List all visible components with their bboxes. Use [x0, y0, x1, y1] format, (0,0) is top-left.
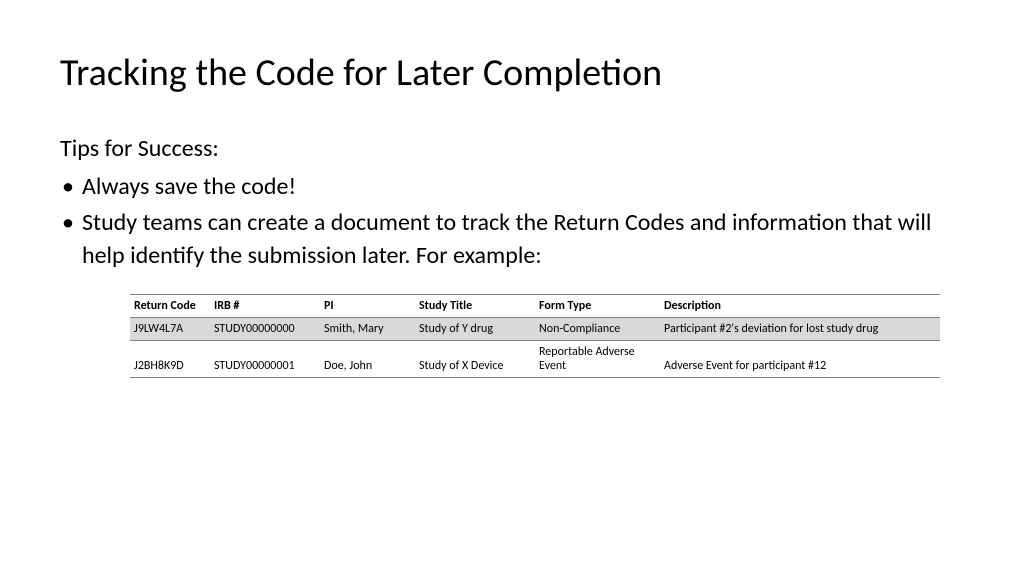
- example-table-wrap: Return Code IRB # PI Study Title Form Ty…: [60, 294, 964, 378]
- cell-description: Participant #2's deviation for lost stud…: [660, 318, 940, 341]
- table-row: J9LW4L7A STUDY00000000 Smith, Mary Study…: [130, 318, 940, 341]
- header-description: Description: [660, 295, 940, 318]
- cell-irb: STUDY00000000: [210, 318, 320, 341]
- cell-pi: Doe, John: [320, 341, 415, 378]
- header-irb: IRB #: [210, 295, 320, 318]
- cell-study-title: Study of X Device: [415, 341, 535, 378]
- header-return-code: Return Code: [130, 295, 210, 318]
- tip-item: Always save the code!: [60, 171, 964, 203]
- slide-title: Tracking the Code for Later Completion: [60, 50, 964, 96]
- tip-item: Study teams can create a document to tra…: [60, 207, 964, 272]
- cell-return-code: J2BH8K9D: [130, 341, 210, 378]
- tips-subtitle: Tips for Success:: [60, 134, 964, 163]
- cell-pi: Smith, Mary: [320, 318, 415, 341]
- tips-list: Always save the code! Study teams can cr…: [60, 171, 964, 272]
- table-header-row: Return Code IRB # PI Study Title Form Ty…: [130, 295, 940, 318]
- cell-description: Adverse Event for participant #12: [660, 341, 940, 378]
- return-code-table: Return Code IRB # PI Study Title Form Ty…: [130, 294, 940, 378]
- cell-irb: STUDY00000001: [210, 341, 320, 378]
- header-pi: PI: [320, 295, 415, 318]
- cell-form-type: Reportable Adverse Event: [535, 341, 660, 378]
- table-row: J2BH8K9D STUDY00000001 Doe, John Study o…: [130, 341, 940, 378]
- header-form-type: Form Type: [535, 295, 660, 318]
- cell-study-title: Study of Y drug: [415, 318, 535, 341]
- cell-form-type: Non-Compliance: [535, 318, 660, 341]
- header-study-title: Study Title: [415, 295, 535, 318]
- cell-return-code: J9LW4L7A: [130, 318, 210, 341]
